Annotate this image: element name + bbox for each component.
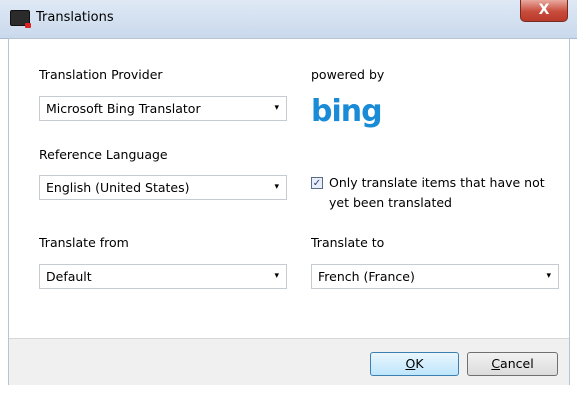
translate-to-dropdown[interactable]: French (France) ▾ xyxy=(311,264,559,289)
translate-from-dropdown[interactable]: Default ▾ xyxy=(39,264,287,289)
window-title: Translations xyxy=(36,10,114,25)
dialog-body: Translation Provider Microsoft Bing Tran… xyxy=(8,38,570,385)
reference-language-label: Reference Language xyxy=(39,147,168,162)
chevron-down-icon: ▾ xyxy=(274,103,279,113)
close-button[interactable]: X xyxy=(520,0,568,22)
translations-dialog: Translations X Translation Provider Micr… xyxy=(0,0,577,393)
provider-value: Microsoft Bing Translator xyxy=(46,101,201,116)
ok-button[interactable]: OK xyxy=(370,352,459,376)
ok-label-rest: K xyxy=(415,356,424,371)
button-bar: OK Cancel xyxy=(9,338,569,385)
powered-by-label: powered by xyxy=(311,67,385,82)
provider-dropdown[interactable]: Microsoft Bing Translator ▾ xyxy=(39,96,287,121)
only-untranslated-checkbox[interactable]: ✓ xyxy=(311,177,323,189)
reference-language-value: English (United States) xyxy=(46,180,190,195)
provider-label: Translation Provider xyxy=(39,67,163,82)
translate-from-value: Default xyxy=(46,269,92,284)
translate-from-label: Translate from xyxy=(39,235,129,250)
translate-to-value: French (France) xyxy=(318,269,415,284)
title-bar[interactable]: Translations X xyxy=(0,0,577,39)
ok-mnemonic: O xyxy=(405,356,416,371)
only-untranslated-label-line2: yet been translated xyxy=(329,195,452,210)
bing-logo: bing xyxy=(311,94,383,129)
reference-language-dropdown[interactable]: English (United States) ▾ xyxy=(39,175,287,200)
chevron-down-icon: ▾ xyxy=(274,182,279,192)
only-untranslated-label-line1: Only translate items that have not xyxy=(329,175,545,190)
cancel-label-rest: ancel xyxy=(500,356,534,371)
app-icon xyxy=(10,10,31,28)
chevron-down-icon: ▾ xyxy=(274,271,279,281)
chevron-down-icon: ▾ xyxy=(546,271,551,281)
cancel-mnemonic: C xyxy=(491,356,501,371)
translate-to-label: Translate to xyxy=(311,235,385,250)
cancel-button[interactable]: Cancel xyxy=(467,352,558,376)
